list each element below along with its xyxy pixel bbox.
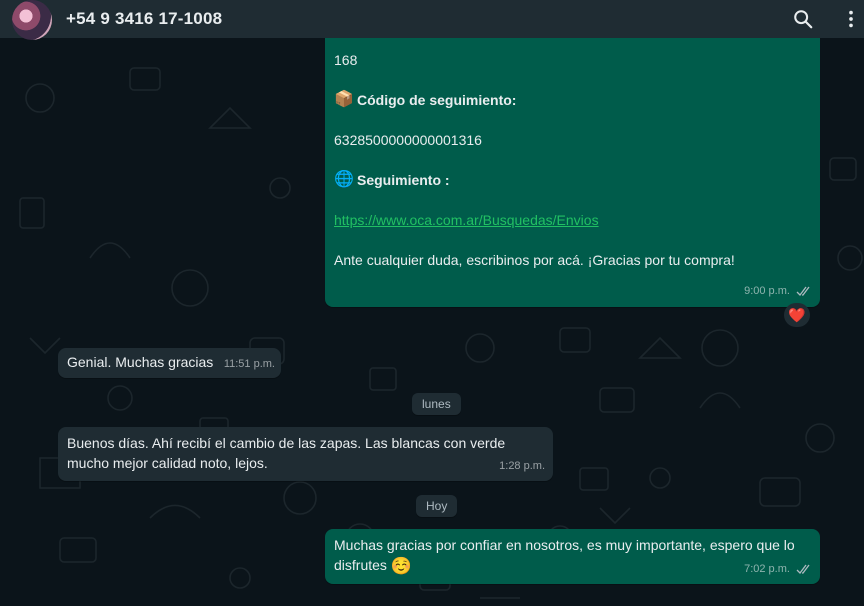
double-check-icon [796, 286, 810, 296]
chat-area[interactable]: 168 📦 Código de seguimiento: 63285000000… [0, 38, 864, 606]
message-time: 1:28 p.m. [499, 460, 545, 472]
chat-header: +54 9 3416 17-1008 [0, 0, 864, 40]
message-time: 11:51 p.m. [223, 358, 275, 370]
message-meta: 7:02 p.m. [744, 559, 812, 579]
tracking-code: 6328500000000001316 [334, 132, 482, 148]
message-time: 7:02 p.m. [744, 563, 790, 575]
heart-reaction[interactable]: ❤️ [784, 303, 810, 327]
follow-title: Seguimiento : [357, 172, 450, 188]
message-outgoing-order[interactable]: 168 📦 Código de seguimiento: 63285000000… [325, 38, 820, 307]
message-text-line1: Buenos días. Ahí recibí el cambio de las… [67, 435, 506, 451]
order-number: 168 [334, 52, 358, 68]
message-outgoing-gracias[interactable]: Muchas gracias por confiar en nosotros, … [325, 529, 820, 584]
double-check-icon [796, 564, 810, 574]
order-closing-text: Ante cualquier duda, escribinos por acá.… [334, 252, 735, 268]
message-text-line2: mucho mejor calidad noto, lejos. [67, 455, 268, 471]
menu-icon[interactable] [840, 8, 862, 30]
avatar[interactable] [12, 0, 52, 40]
smile-emoji-icon: ☺️ [390, 556, 412, 576]
package-icon: 📦 [334, 91, 354, 108]
contact-name[interactable]: +54 9 3416 17-1008 [66, 9, 222, 29]
message-text-line2-text: disfrutes [334, 557, 387, 573]
message-text-line2: disfrutes ☺️ [334, 555, 412, 576]
date-divider-lunes: lunes [412, 393, 461, 415]
message-meta: 9:00 p.m. [744, 281, 812, 301]
message-text: Genial. Muchas gracias [67, 354, 214, 370]
tracking-link[interactable]: https://www.oca.com.ar/Busquedas/Envios [334, 210, 599, 230]
message-time: 9:00 p.m. [744, 285, 790, 297]
message-text-line1: Muchas gracias por confiar en nosotros, … [334, 537, 795, 553]
date-divider-hoy: Hoy [416, 495, 458, 517]
globe-icon: 🌐 [334, 171, 354, 188]
message-incoming-buenos[interactable]: Buenos días. Ahí recibí el cambio de las… [58, 427, 553, 481]
message-incoming-genial[interactable]: Genial. Muchas gracias 11:51 p.m. [58, 348, 281, 378]
tracking-title: Código de seguimiento: [357, 92, 517, 108]
search-icon[interactable] [792, 8, 814, 30]
